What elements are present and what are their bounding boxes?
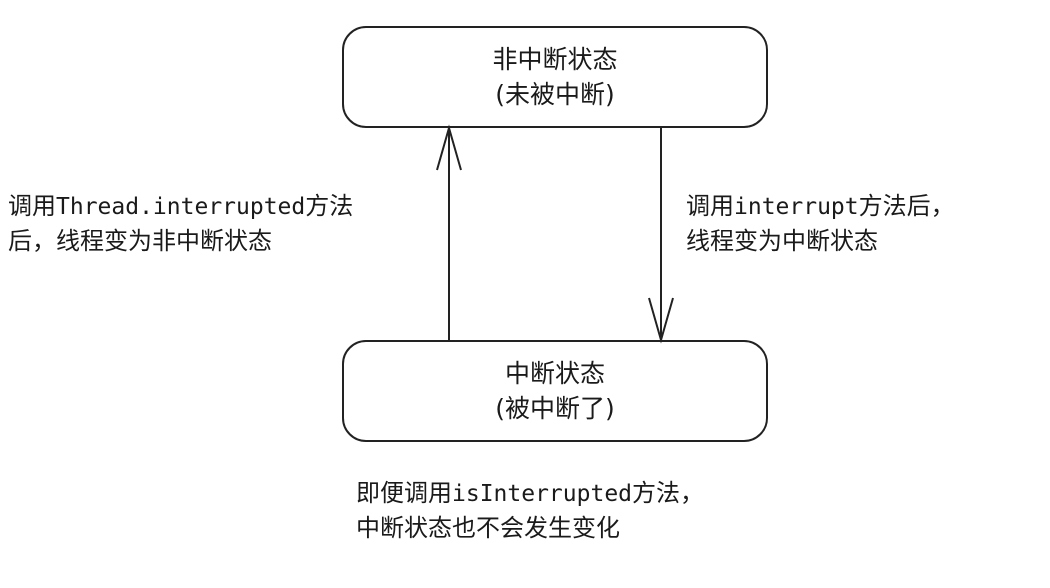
state-diagram: 非中断状态 (未被中断) 中断状态 (被中断了) 调用Thread.interr… [0, 0, 1050, 588]
transition-label-line2: 后，线程变为非中断状态 [8, 226, 272, 255]
label-text: 调用 [8, 192, 56, 220]
transition-label-line1: 调用interrupt方法后， [686, 189, 955, 224]
label-text: 方法后， [858, 192, 955, 220]
state-non-interrupted-subtitle: (未被中断) [495, 80, 615, 109]
label-text: 方法 [305, 192, 354, 220]
method-name: Thread.interrupted [56, 194, 306, 220]
label-text: 调用 [686, 192, 734, 220]
note-is-interrupted: 即便调用isInterrupted方法， 中断状态也不会发生变化 [356, 476, 704, 545]
state-non-interrupted: 非中断状态 (未被中断) [342, 26, 768, 128]
state-interrupted-title: 中断状态 [504, 359, 605, 388]
transition-label-to-non-interrupted: 调用Thread.interrupted方法 后，线程变为非中断状态 [8, 189, 353, 258]
transition-label-to-interrupted: 调用interrupt方法后， 线程变为中断状态 [686, 189, 955, 258]
note-line2: 中断状态也不会发生变化 [356, 513, 620, 542]
method-name: interrupt [734, 194, 859, 220]
method-name: isInterrupted [452, 481, 633, 507]
note-line1: 即便调用isInterrupted方法， [356, 476, 704, 511]
state-non-interrupted-title: 非中断状态 [492, 45, 618, 74]
transition-label-line2: 线程变为中断状态 [686, 226, 878, 255]
state-interrupted: 中断状态 (被中断了) [342, 340, 768, 442]
transition-label-line1: 调用Thread.interrupted方法 [8, 189, 353, 224]
label-text: 方法， [632, 479, 705, 507]
state-interrupted-subtitle: (被中断了) [495, 394, 615, 423]
label-text: 即便调用 [356, 479, 452, 507]
